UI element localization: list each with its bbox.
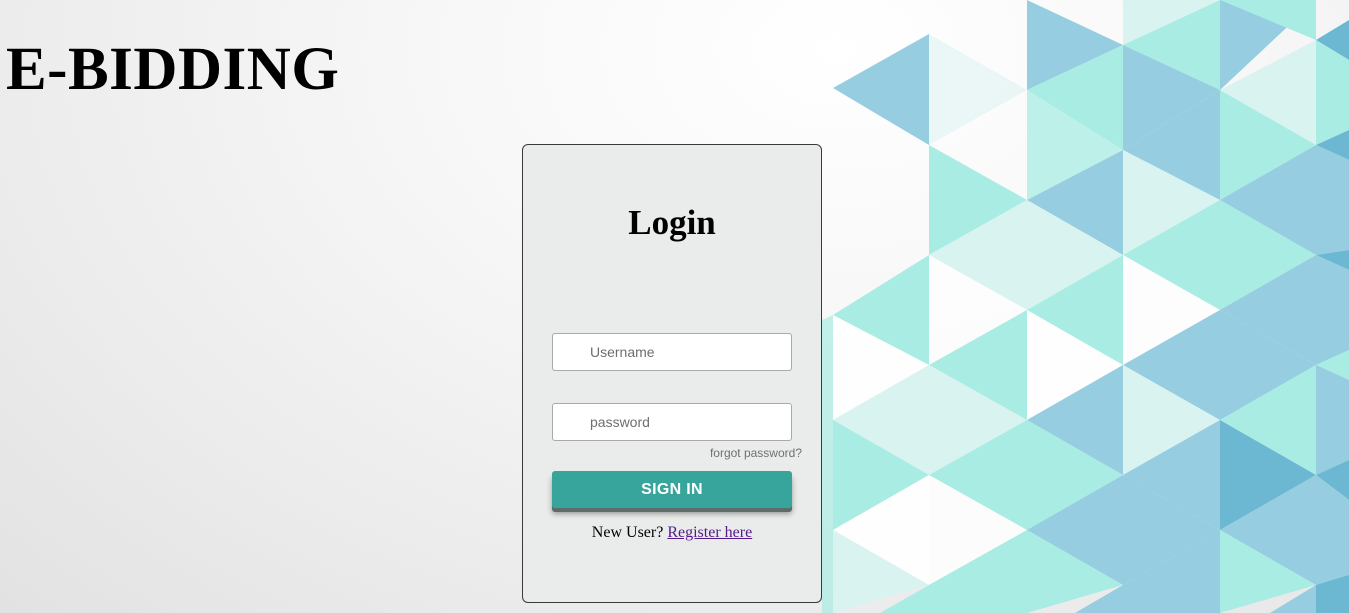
sign-in-button[interactable]: SIGN IN (552, 471, 792, 508)
register-link[interactable]: Register here (667, 524, 752, 541)
register-line: New User? Register here (523, 524, 821, 542)
login-card: Login forgot password? SIGN IN New User?… (522, 144, 822, 603)
username-input[interactable] (552, 333, 792, 371)
password-input[interactable] (552, 403, 792, 441)
forgot-password-link[interactable]: forgot password? (710, 446, 802, 460)
login-title: Login (628, 203, 716, 242)
app-title: E-BIDDING (6, 36, 340, 103)
new-user-label: New User? (591, 524, 664, 541)
